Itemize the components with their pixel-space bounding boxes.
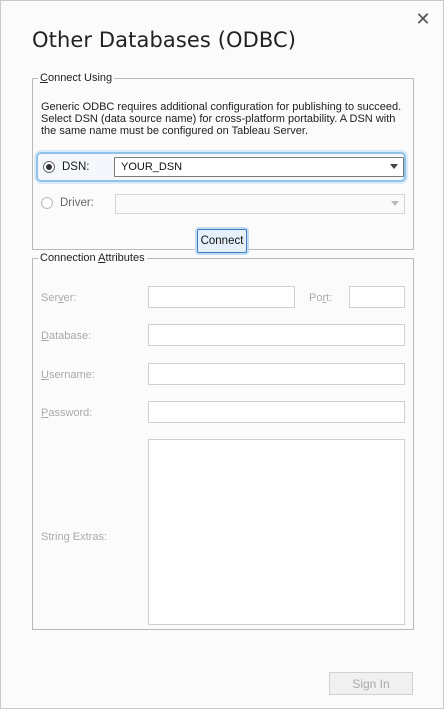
server-input[interactable] xyxy=(148,286,295,308)
close-icon[interactable]: ✕ xyxy=(413,9,433,29)
connect-using-group: Connect Using Generic ODBC requires addi… xyxy=(32,72,414,253)
driver-row: Driver: xyxy=(36,190,406,220)
driver-radio[interactable] xyxy=(41,197,53,209)
port-label: Port: xyxy=(309,292,333,304)
connection-attributes-legend: Connection Attributes xyxy=(40,252,145,264)
connection-attributes-group: Connection Attributes Server: Port: Data… xyxy=(32,252,414,630)
connect-button[interactable]: Connect xyxy=(197,229,247,253)
sign-in-button[interactable]: Sign In xyxy=(329,672,413,695)
odbc-description: Generic ODBC requires additional configu… xyxy=(41,101,402,137)
chevron-down-icon[interactable] xyxy=(390,164,398,169)
dsn-radio[interactable] xyxy=(43,161,55,173)
dsn-value: YOUR_DSN xyxy=(121,161,183,173)
database-input[interactable] xyxy=(148,324,405,346)
odbc-dialog: ✕ Other Databases (ODBC) Connect Using G… xyxy=(0,0,444,709)
dialog-title: Other Databases (ODBC) xyxy=(32,28,297,52)
username-label: Username: xyxy=(41,369,95,381)
username-input[interactable] xyxy=(148,363,405,385)
string-extras-label: String Extras: xyxy=(41,531,108,543)
driver-dropdown[interactable] xyxy=(115,194,405,214)
database-label: Database: xyxy=(41,330,92,342)
connect-using-legend: Connect Using xyxy=(40,72,113,84)
port-input[interactable] xyxy=(349,286,405,308)
driver-label: Driver: xyxy=(60,197,94,209)
dsn-label: DSN: xyxy=(62,161,90,173)
dsn-row: DSN: YOUR_DSN xyxy=(36,152,406,182)
dsn-dropdown[interactable]: YOUR_DSN xyxy=(114,157,404,177)
string-extras-textarea[interactable] xyxy=(148,439,405,625)
chevron-down-icon[interactable] xyxy=(391,201,399,206)
password-input[interactable] xyxy=(148,401,405,423)
server-label: Server: xyxy=(41,292,77,304)
password-label: Password: xyxy=(41,407,93,419)
